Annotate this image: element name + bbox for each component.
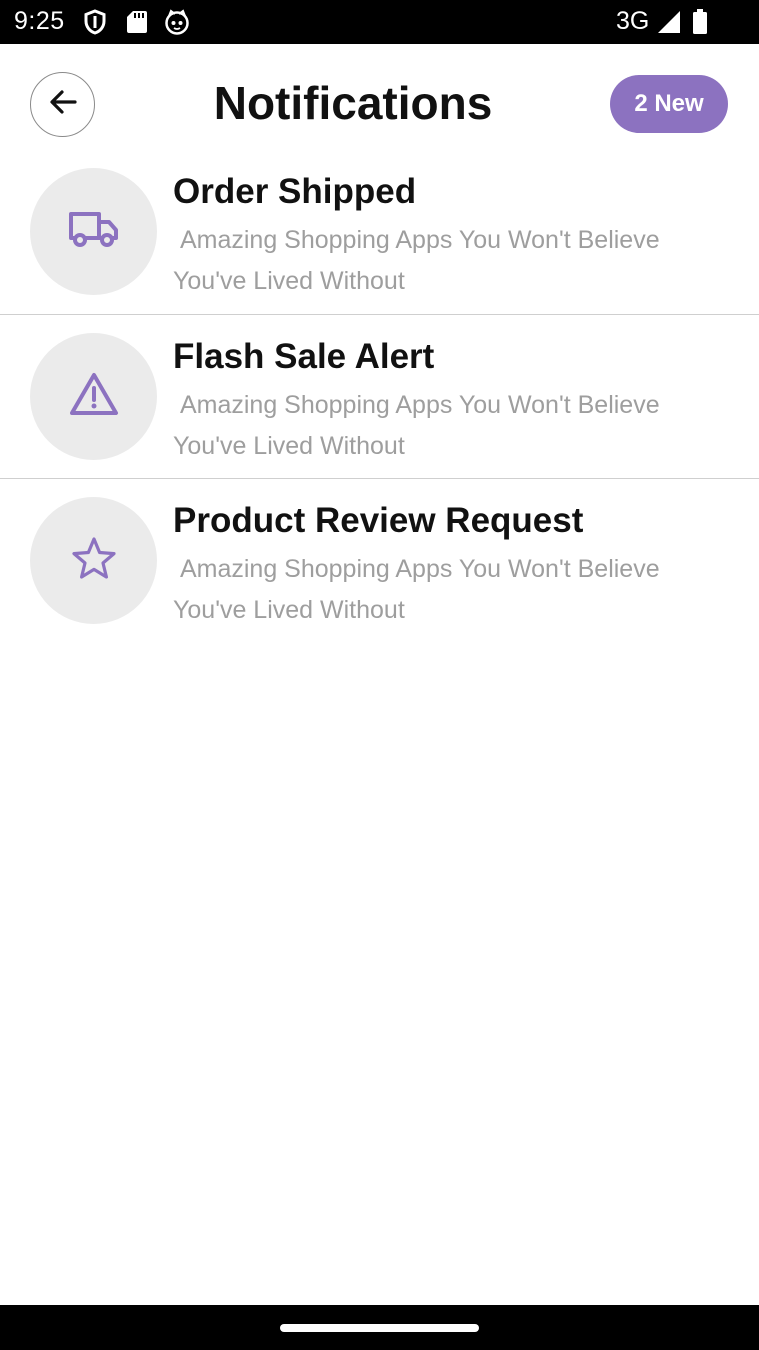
page-title: Notifications [213,77,493,129]
star-icon [71,536,117,585]
new-count-badge: 2 New [610,75,728,133]
notification-icon-container [30,332,157,460]
notification-body: Amazing Shopping Apps You Won't Believe … [173,555,667,624]
notification-body: Amazing Shopping Apps You Won't Believe … [173,390,667,460]
notification-list: Order Shipped Amazing Shopping Apps You … [0,150,759,644]
signal-icon [656,9,682,40]
notification-icon-container [30,497,157,624]
notification-item-flash-sale[interactable]: Flash Sale Alert Amazing Shopping Apps Y… [0,315,759,479]
notifications-screen: 9:25 3G Notifications 2 New Order Shippe… [0,0,759,1350]
truck-icon [68,209,120,254]
cat-icon [164,9,190,40]
sd-card-icon [126,9,148,40]
notification-body: Amazing Shopping Apps You Won't Believe … [173,226,667,295]
notification-title: Flash Sale Alert [173,336,435,376]
system-nav-bar [0,1305,759,1350]
shield-icon [84,9,106,40]
home-gesture-handle[interactable] [280,1324,479,1332]
status-time: 9:25 [14,7,65,35]
notification-item-order-shipped[interactable]: Order Shipped Amazing Shopping Apps You … [0,150,759,315]
notification-icon-container [30,168,157,295]
status-bar: 9:25 3G [0,0,759,44]
notification-title: Product Review Request [173,501,584,540]
battery-icon [692,9,708,40]
notification-title: Order Shipped [173,172,417,211]
notification-item-product-review[interactable]: Product Review Request Amazing Shopping … [0,479,759,644]
warning-icon [69,372,119,421]
network-type: 3G [616,7,650,35]
